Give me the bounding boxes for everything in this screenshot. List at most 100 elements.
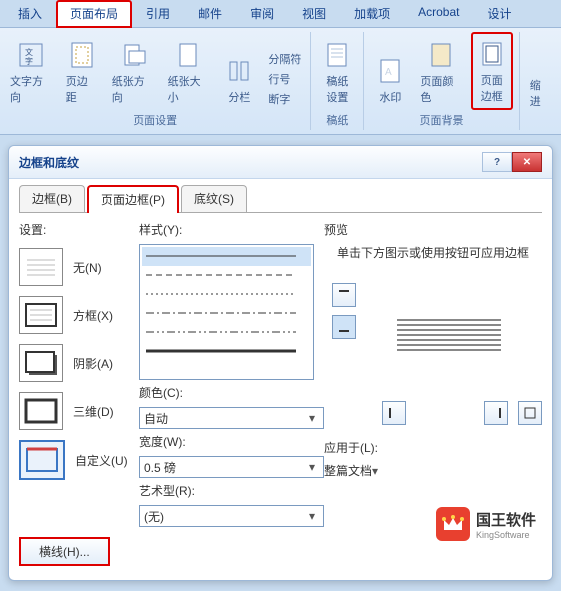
page-color-icon xyxy=(425,39,457,71)
size-label: 纸张大小 xyxy=(168,73,210,105)
group-manuscript: 稿纸 设置 稿纸 xyxy=(311,32,364,130)
box-icon xyxy=(19,296,63,334)
manuscript-label: 稿纸 设置 xyxy=(326,73,348,105)
group-manuscript-label: 稿纸 xyxy=(326,110,348,130)
three-d-icon xyxy=(19,392,63,430)
tab-design[interactable]: 设计 xyxy=(473,0,525,27)
setting-none[interactable]: 无(N) xyxy=(19,248,129,286)
manuscript-settings-button[interactable]: 稿纸 设置 xyxy=(317,34,357,110)
tab-insert[interactable]: 插入 xyxy=(4,0,56,27)
margins-icon xyxy=(66,39,98,71)
tab-view[interactable]: 视图 xyxy=(288,0,340,27)
custom-icon xyxy=(19,440,65,480)
width-dropdown[interactable]: 0.5 磅▾ xyxy=(139,456,324,478)
hyphenation-button[interactable]: 断字 xyxy=(265,90,304,108)
text-direction-icon: 文字 xyxy=(15,39,47,71)
page-color-label: 页面颜色 xyxy=(420,73,460,105)
chevron-down-icon: ▾ xyxy=(305,411,319,425)
group-background: A 水印 页面颜色 页面 边框 页面背景 xyxy=(364,32,519,130)
brand-sub: KingSoftware xyxy=(476,530,536,540)
preview-page xyxy=(389,285,509,385)
borders-dialog: 边框和底纹 ? ✕ 边框(B) 页面边框(P) 底纹(S) 设置: 无(N) 方… xyxy=(8,145,553,581)
style-listbox[interactable] xyxy=(139,244,314,380)
preview-label: 预览 xyxy=(324,221,542,238)
dialog-help-button[interactable]: ? xyxy=(482,152,512,172)
page-setup-small: 分隔符 行号 断字 xyxy=(265,48,304,110)
dialog-tabs: 边框(B) 页面边框(P) 底纹(S) xyxy=(19,185,542,213)
orientation-icon xyxy=(117,39,149,71)
tab-borders[interactable]: 边框(B) xyxy=(19,185,85,212)
edge-right-button[interactable] xyxy=(484,401,508,425)
indent-label: 缩进 xyxy=(526,72,555,114)
setting-3d[interactable]: 三维(D) xyxy=(19,392,129,430)
size-icon xyxy=(172,39,204,71)
tab-shading[interactable]: 底纹(S) xyxy=(181,185,247,212)
preview-hint: 单击下方图示或使用按钮可应用边框 xyxy=(324,244,542,261)
edge-options-button[interactable] xyxy=(518,401,542,425)
edge-bottom-button[interactable] xyxy=(332,315,356,339)
tab-page-borders[interactable]: 页面边框(P) xyxy=(87,185,179,213)
page-border-button[interactable]: 页面 边框 xyxy=(471,32,513,110)
shadow-icon xyxy=(19,344,63,382)
group-background-label: 页面背景 xyxy=(420,110,464,130)
branding-watermark: 国王软件 KingSoftware xyxy=(430,503,542,545)
page-color-button[interactable]: 页面颜色 xyxy=(416,34,464,110)
settings-label: 设置: xyxy=(19,221,129,238)
chevron-down-icon: ▾ xyxy=(305,509,319,523)
setting-shadow[interactable]: 阴影(A) xyxy=(19,344,129,382)
chevron-down-icon: ▾ xyxy=(305,460,319,474)
tab-review[interactable]: 审阅 xyxy=(236,0,288,27)
columns-label: 分栏 xyxy=(228,89,250,105)
svg-text:A: A xyxy=(385,67,392,78)
edge-left-button[interactable] xyxy=(382,401,406,425)
setting-box[interactable]: 方框(X) xyxy=(19,296,129,334)
orientation-label: 纸张方向 xyxy=(112,73,154,105)
color-label: 颜色(C): xyxy=(139,384,314,401)
edge-top-button[interactable] xyxy=(332,283,356,307)
columns-button[interactable]: 分栏 xyxy=(219,50,259,110)
tab-mailing[interactable]: 邮件 xyxy=(184,0,236,27)
horizontal-line-button[interactable]: 横线(H)... xyxy=(19,537,110,566)
tab-acrobat[interactable]: Acrobat xyxy=(404,0,473,27)
tab-addins[interactable]: 加载项 xyxy=(340,0,404,27)
art-dropdown[interactable]: (无)▾ xyxy=(139,505,324,527)
dialog-close-button[interactable]: ✕ xyxy=(512,152,542,172)
preview-diagram xyxy=(364,275,534,395)
apply-label: 应用于(L): xyxy=(324,439,542,456)
svg-text:文: 文 xyxy=(25,47,33,57)
watermark-label: 水印 xyxy=(379,89,401,105)
text-direction-label: 文字方向 xyxy=(10,73,52,105)
dialog-titlebar: 边框和底纹 ? ✕ xyxy=(9,146,552,179)
line-numbers-button[interactable]: 行号 xyxy=(265,70,304,88)
group-indent: 缩进 xyxy=(520,32,561,130)
watermark-icon: A xyxy=(374,55,406,87)
manuscript-icon xyxy=(321,39,353,71)
svg-text:字: 字 xyxy=(25,56,33,66)
ribbon-tab-strip: 插入 页面布局 引用 邮件 审阅 视图 加载项 Acrobat 设计 xyxy=(0,0,561,28)
margins-label: 页边距 xyxy=(66,73,98,105)
setting-custom[interactable]: 自定义(U) xyxy=(19,440,129,480)
none-icon xyxy=(19,248,63,286)
chevron-down-icon: ▾ xyxy=(372,464,378,478)
color-dropdown[interactable]: 自动▾ xyxy=(139,407,324,429)
page-border-label: 页面 边框 xyxy=(481,72,503,104)
page-border-icon xyxy=(476,38,508,70)
apply-dropdown[interactable]: 整篇文档▾ xyxy=(324,462,444,479)
orientation-button[interactable]: 纸张方向 xyxy=(108,34,158,110)
tab-references[interactable]: 引用 xyxy=(132,0,184,27)
art-label: 艺术型(R): xyxy=(139,482,314,499)
dialog-title: 边框和底纹 xyxy=(19,154,79,171)
group-page-setup-label: 页面设置 xyxy=(133,110,177,130)
style-label: 样式(Y): xyxy=(139,221,314,238)
width-label: 宽度(W): xyxy=(139,433,314,450)
columns-icon xyxy=(223,55,255,87)
text-direction-button[interactable]: 文字 文字方向 xyxy=(6,34,56,110)
margins-button[interactable]: 页边距 xyxy=(62,34,102,110)
watermark-button[interactable]: A 水印 xyxy=(370,50,410,110)
group-page-setup: 文字 文字方向 页边距 纸张方向 纸张大小 分栏 分隔符 行号 xyxy=(0,32,311,130)
brand-text: 国王软件 xyxy=(476,509,536,530)
size-button[interactable]: 纸张大小 xyxy=(164,34,214,110)
tab-page-layout[interactable]: 页面布局 xyxy=(56,0,132,28)
ribbon-body: 文字 文字方向 页边距 纸张方向 纸张大小 分栏 分隔符 行号 xyxy=(0,28,561,135)
breaks-button[interactable]: 分隔符 xyxy=(265,50,304,68)
